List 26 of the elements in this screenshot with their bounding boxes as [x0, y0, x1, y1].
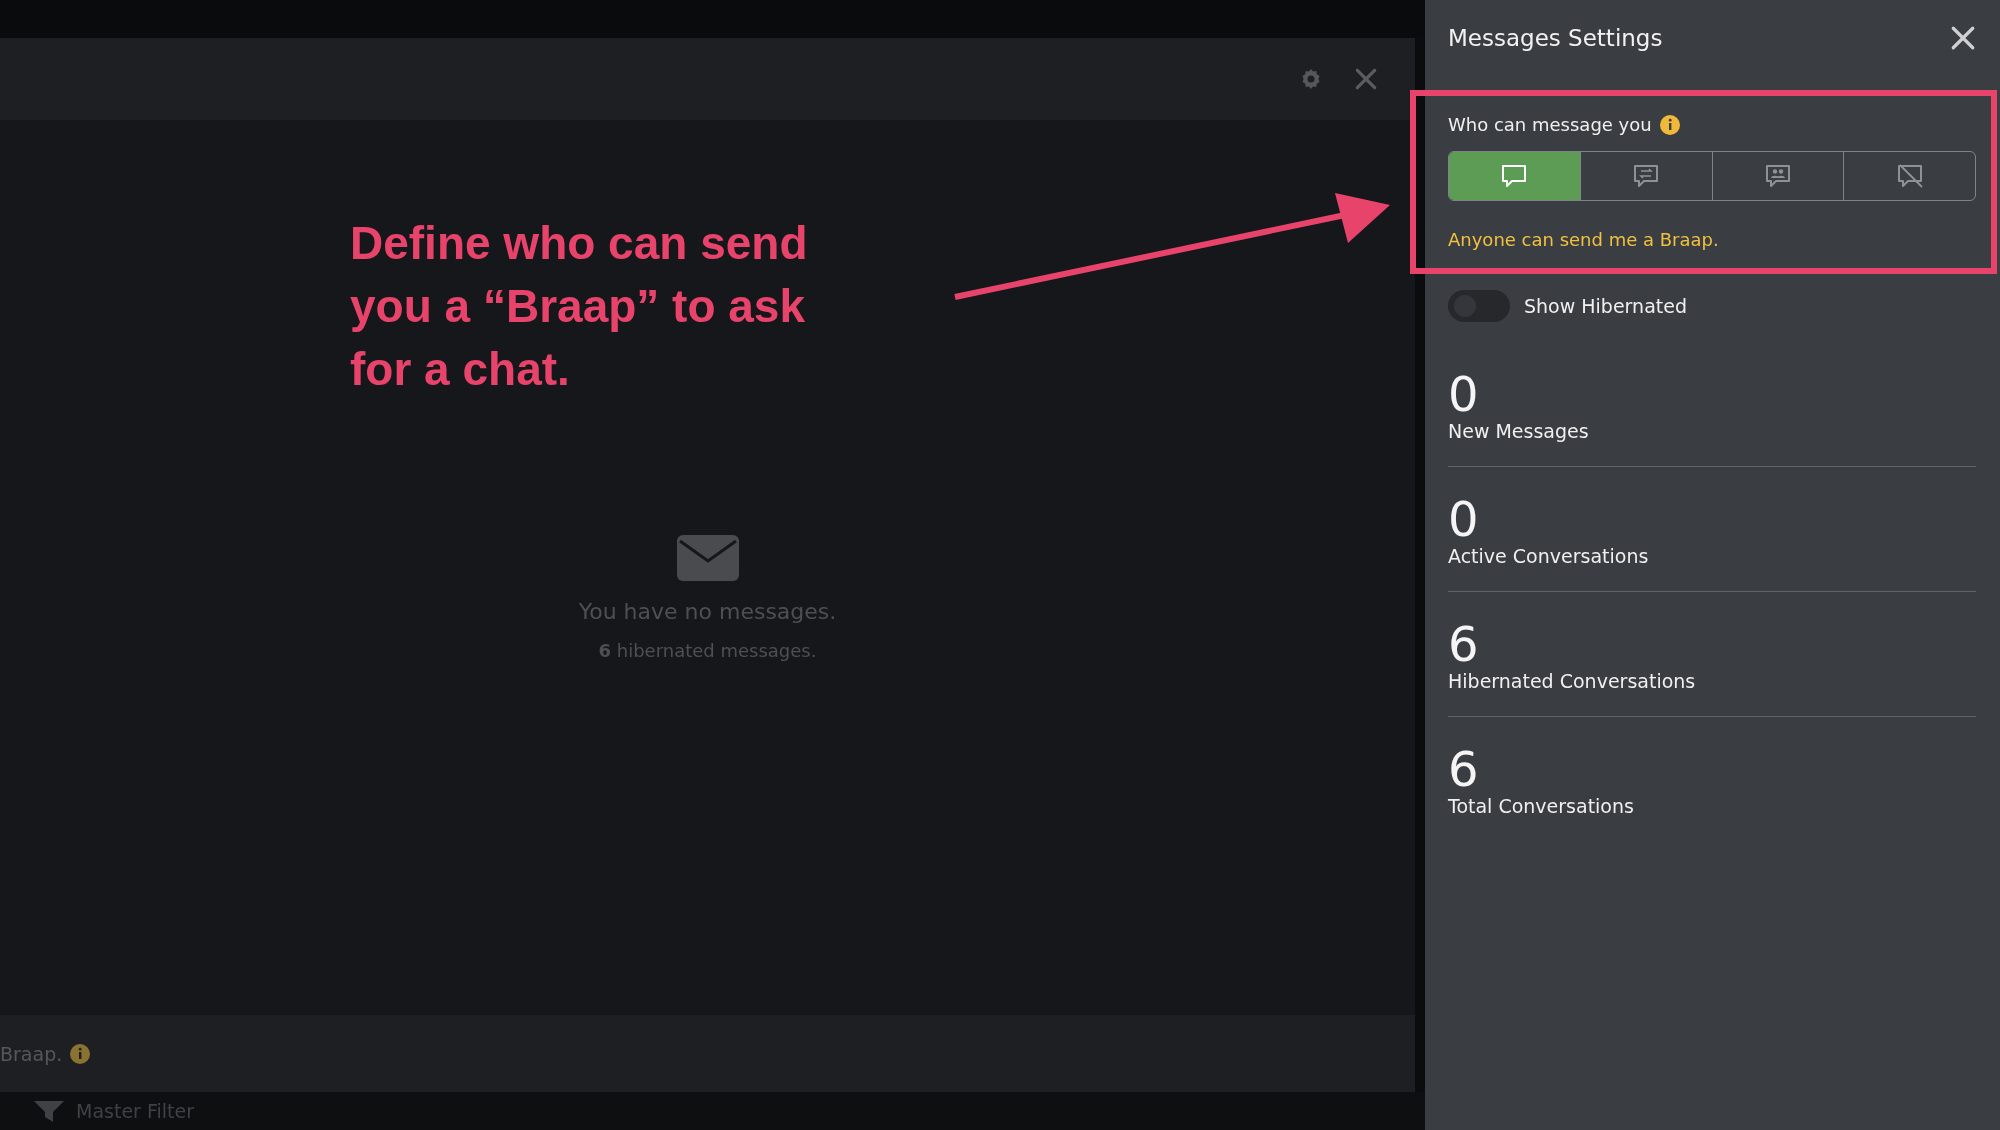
footer-text: Braap. [0, 1042, 63, 1065]
stat-label: New Messages [1448, 420, 1590, 442]
info-icon[interactable] [70, 1043, 91, 1064]
toggle-label: Show Hibernated [1524, 295, 1687, 317]
empty-message: You have no messages. [578, 598, 837, 624]
stat-value: 6 [1448, 743, 1480, 795]
message-permission-option[interactable] [1449, 152, 1580, 200]
info-icon[interactable] [1659, 114, 1680, 135]
stat-label: Active Conversations [1448, 545, 1650, 567]
envelope-icon [676, 534, 739, 581]
close-icon[interactable] [1950, 25, 1976, 51]
filter-icon[interactable] [34, 1099, 64, 1123]
stat-value: 0 [1448, 493, 1480, 545]
stat-value: 6 [1448, 618, 1480, 670]
stat-label: Total Conversations [1448, 795, 1635, 817]
hibernated-count-text: 6 hibernated messages. [598, 639, 817, 661]
stat-label: Hibernated Conversations [1448, 670, 1697, 692]
chat-people-icon [1763, 162, 1792, 190]
chat-slash-icon [1895, 162, 1924, 190]
panel-title: Messages Settings [1448, 25, 1663, 51]
chat-arrows-icon [1632, 162, 1661, 190]
chat-bubble-icon [1500, 162, 1529, 190]
annotation-text: Define who can send you a “Braap” to ask for a chat. [350, 216, 809, 397]
stat-value: 0 [1448, 368, 1480, 420]
option-description: Anyone can send me a Braap. [1448, 229, 1720, 250]
field-label: Who can message you [1448, 114, 1652, 135]
